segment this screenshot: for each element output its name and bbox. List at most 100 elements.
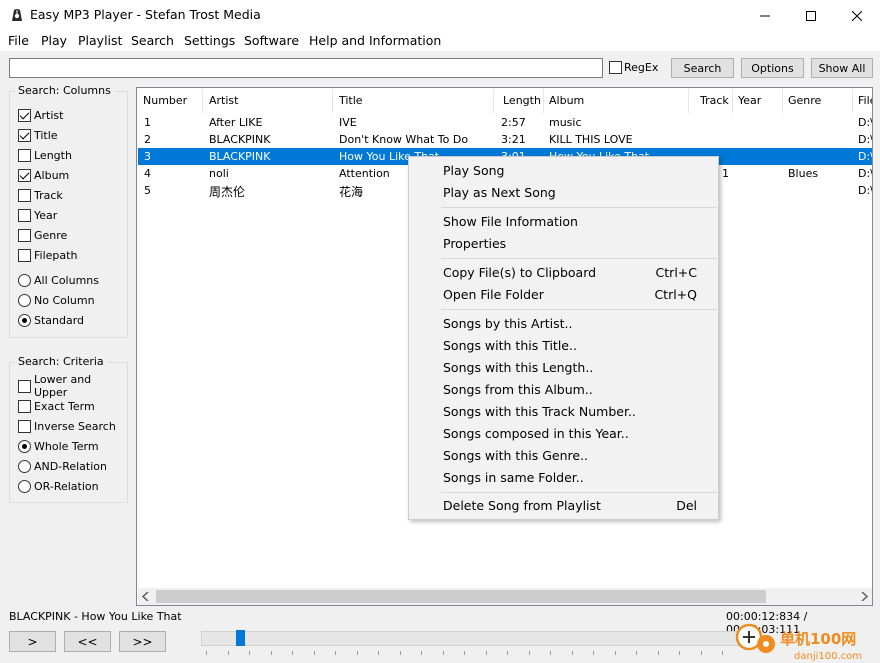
header-divider[interactable]: [543, 89, 544, 113]
menu-item-play-next[interactable]: Play as Next Song: [443, 185, 556, 200]
inverse-search-checkbox[interactable]: [18, 419, 31, 433]
column-genre-checkbox[interactable]: [18, 228, 31, 242]
header-length[interactable]: Length: [503, 94, 541, 107]
menu-item-copy-files[interactable]: Copy File(s) to Clipboard: [443, 265, 596, 280]
header-album[interactable]: Album: [549, 94, 584, 107]
column-album-option[interactable]: Album: [18, 167, 69, 183]
column-artist-option[interactable]: Artist: [18, 107, 63, 123]
menu-item-properties[interactable]: Properties: [443, 236, 506, 251]
seek-tick: [335, 651, 336, 655]
header-file[interactable]: File: [858, 94, 872, 107]
header-artist[interactable]: Artist: [209, 94, 238, 107]
regex-label: RegEx: [624, 61, 659, 74]
header-title[interactable]: Title: [339, 94, 363, 107]
column-filepath-option[interactable]: Filepath: [18, 247, 77, 263]
column-filepath-checkbox[interactable]: [18, 248, 31, 262]
standard-option[interactable]: Standard: [18, 312, 84, 328]
header-divider[interactable]: [782, 89, 783, 113]
regex-checkbox[interactable]: [609, 61, 622, 74]
header-divider[interactable]: [852, 89, 853, 113]
table-row[interactable]: 2 BLACKPINK Don't Know What To Do 3:21 K…: [138, 131, 872, 148]
header-divider[interactable]: [493, 89, 494, 113]
column-album-checkbox[interactable]: [18, 168, 31, 182]
whole-term-radio[interactable]: [18, 439, 31, 453]
or-relation-option[interactable]: OR-Relation: [18, 478, 99, 494]
and-relation-radio[interactable]: [18, 459, 31, 473]
standard-radio[interactable]: [18, 313, 31, 327]
menu-item-delete-song[interactable]: Delete Song from Playlist: [443, 498, 601, 513]
exact-term-checkbox[interactable]: [18, 399, 31, 413]
cell-album: music: [549, 116, 582, 129]
lower-upper-label: Lower and Upper: [34, 373, 92, 399]
menu-file[interactable]: File: [8, 33, 29, 48]
whole-term-option[interactable]: Whole Term: [18, 438, 99, 454]
menu-item-play-song[interactable]: Play Song: [443, 163, 504, 178]
menu-play[interactable]: Play: [41, 33, 67, 48]
options-button[interactable]: Options: [741, 58, 804, 78]
header-year[interactable]: Year: [738, 94, 761, 107]
menu-help[interactable]: Help and Information: [309, 33, 441, 48]
seek-slider[interactable]: [201, 631, 754, 646]
search-input[interactable]: [9, 58, 603, 78]
menu-item-by-genre[interactable]: Songs with this Genre..: [443, 448, 588, 463]
all-columns-radio[interactable]: [18, 273, 31, 287]
all-columns-option[interactable]: All Columns: [18, 272, 99, 288]
scrollbar-thumb[interactable]: [156, 590, 766, 603]
menu-item-by-track[interactable]: Songs with this Track Number..: [443, 404, 636, 419]
lower-upper-option[interactable]: Lower and Upper: [18, 373, 127, 399]
table-row[interactable]: 1 After LIKE IVE 2:57 music D:\: [138, 114, 872, 131]
column-artist-checkbox[interactable]: [18, 108, 31, 122]
menu-item-by-album[interactable]: Songs from this Album..: [443, 382, 593, 397]
column-title-checkbox[interactable]: [18, 128, 31, 142]
menu-item-by-year[interactable]: Songs composed in this Year..: [443, 426, 629, 441]
menu-playlist[interactable]: Playlist: [78, 33, 122, 48]
previous-button[interactable]: <<: [64, 631, 111, 652]
menu-item-by-title[interactable]: Songs with this Title..: [443, 338, 577, 353]
header-divider[interactable]: [688, 89, 689, 113]
close-button[interactable]: [834, 0, 880, 31]
horizontal-scrollbar[interactable]: [138, 588, 872, 605]
menu-software[interactable]: Software: [244, 33, 299, 48]
or-relation-radio[interactable]: [18, 479, 31, 493]
header-number[interactable]: Number: [143, 94, 187, 107]
scroll-left-icon[interactable]: [142, 592, 150, 601]
column-track-option[interactable]: Track: [18, 187, 63, 203]
header-divider[interactable]: [732, 89, 733, 113]
menu-search[interactable]: Search: [131, 33, 174, 48]
column-length-option[interactable]: Length: [18, 147, 72, 163]
header-divider[interactable]: [202, 89, 203, 113]
inverse-search-option[interactable]: Inverse Search: [18, 418, 116, 434]
column-length-checkbox[interactable]: [18, 148, 31, 162]
next-button[interactable]: >>: [119, 631, 166, 652]
column-genre-option[interactable]: Genre: [18, 227, 67, 243]
column-length-label: Length: [34, 148, 72, 162]
column-track-checkbox[interactable]: [18, 188, 31, 202]
scroll-right-icon[interactable]: [860, 592, 868, 601]
cell-number: 1: [144, 116, 151, 129]
seek-tick: [270, 651, 272, 655]
maximize-button[interactable]: [788, 0, 834, 31]
minimize-button[interactable]: [742, 0, 788, 31]
header-divider[interactable]: [332, 89, 333, 113]
header-genre[interactable]: Genre: [788, 94, 821, 107]
seek-slider-thumb[interactable]: [235, 630, 245, 646]
title-bar: Easy MP3 Player - Stefan Trost Media: [0, 0, 880, 31]
column-year-checkbox[interactable]: [18, 208, 31, 222]
no-column-option[interactable]: No Column: [18, 292, 95, 308]
and-relation-option[interactable]: AND-Relation: [18, 458, 107, 474]
header-track[interactable]: Track: [700, 94, 729, 107]
no-column-radio[interactable]: [18, 293, 31, 307]
column-year-option[interactable]: Year: [18, 207, 57, 223]
show-all-button[interactable]: Show All: [811, 58, 873, 78]
play-button[interactable]: >: [9, 631, 56, 652]
menu-item-show-file-info[interactable]: Show File Information: [443, 214, 578, 229]
menu-settings[interactable]: Settings: [184, 33, 235, 48]
menu-item-by-artist[interactable]: Songs by this Artist..: [443, 316, 572, 331]
menu-item-open-folder[interactable]: Open File Folder: [443, 287, 544, 302]
menu-item-same-folder[interactable]: Songs in same Folder..: [443, 470, 584, 485]
menu-item-by-length[interactable]: Songs with this Length..: [443, 360, 593, 375]
lower-upper-checkbox[interactable]: [18, 379, 31, 393]
exact-term-option[interactable]: Exact Term: [18, 398, 95, 414]
column-title-option[interactable]: Title: [18, 127, 58, 143]
search-button[interactable]: Search: [671, 58, 734, 78]
